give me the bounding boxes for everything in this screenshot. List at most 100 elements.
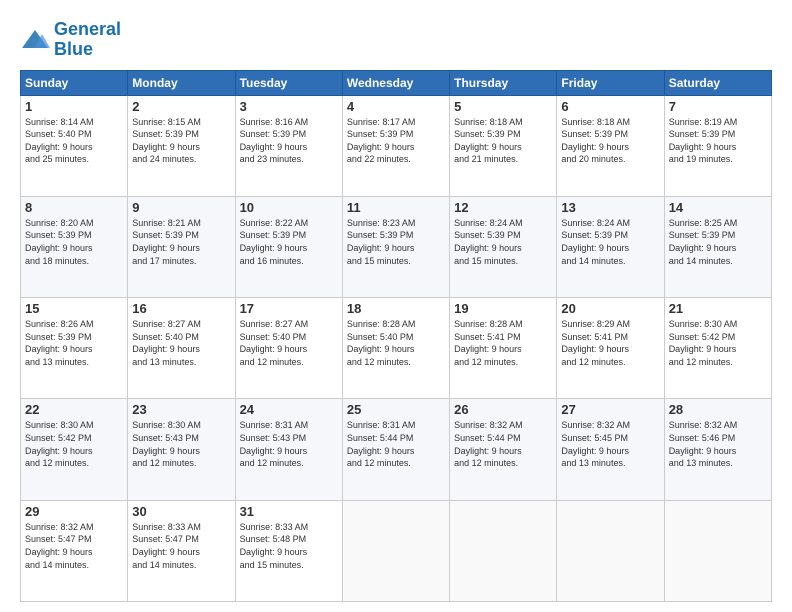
day-number: 31: [240, 504, 338, 519]
day-number: 14: [669, 200, 767, 215]
day-info: Sunrise: 8:28 AM Sunset: 5:40 PM Dayligh…: [347, 318, 445, 368]
week-row-0: 1 Sunrise: 8:14 AM Sunset: 5:40 PM Daylig…: [21, 95, 772, 196]
day-info: Sunrise: 8:32 AM Sunset: 5:44 PM Dayligh…: [454, 419, 552, 469]
calendar-header-row: Sunday Monday Tuesday Wednesday Thursday…: [21, 70, 772, 95]
calendar-cell: 5Sunrise: 8:18 AM Sunset: 5:39 PM Daylig…: [450, 95, 557, 196]
calendar-cell: 7 Sunrise: 8:19 AM Sunset: 5:39 PM Daylig…: [664, 95, 771, 196]
day-info: Sunrise: 8:19 AM Sunset: 5:39 PM Dayligh…: [669, 116, 767, 166]
day-number: 25: [347, 402, 445, 417]
day-number: 29: [25, 504, 123, 519]
day-number: 12: [454, 200, 552, 215]
calendar-cell: 24 Sunrise: 8:31 AM Sunset: 5:43 PM Dayli…: [235, 399, 342, 500]
col-thursday: Thursday: [450, 70, 557, 95]
day-number: 13: [561, 200, 659, 215]
col-tuesday: Tuesday: [235, 70, 342, 95]
calendar-cell: 2 Sunrise: 8:15 AM Sunset: 5:39 PM Daylig…: [128, 95, 235, 196]
day-info: Sunrise: 8:21 AM Sunset: 5:39 PM Dayligh…: [132, 217, 230, 267]
calendar-cell: 21 Sunrise: 8:30 AM Sunset: 5:42 PM Dayli…: [664, 298, 771, 399]
day-number: 24: [240, 402, 338, 417]
day-info: Sunrise: 8:30 AM Sunset: 5:42 PM Dayligh…: [669, 318, 767, 368]
day-number: 1: [25, 99, 123, 114]
col-sunday: Sunday: [21, 70, 128, 95]
day-number: 18: [347, 301, 445, 316]
calendar-cell: 16Sunrise: 8:27 AM Sunset: 5:40 PM Dayli…: [128, 298, 235, 399]
day-number: 3: [240, 99, 338, 114]
calendar-cell: [557, 500, 664, 601]
day-info: Sunrise: 8:24 AM Sunset: 5:39 PM Dayligh…: [561, 217, 659, 267]
day-info: Sunrise: 8:14 AM Sunset: 5:40 PM Dayligh…: [25, 116, 123, 166]
day-number: 20: [561, 301, 659, 316]
day-number: 2: [132, 99, 230, 114]
header: General Blue: [20, 20, 772, 60]
calendar-cell: 23 Sunrise: 8:30 AM Sunset: 5:43 PM Dayli…: [128, 399, 235, 500]
day-info: Sunrise: 8:32 AM Sunset: 5:47 PM Dayligh…: [25, 521, 123, 571]
day-number: 27: [561, 402, 659, 417]
day-number: 30: [132, 504, 230, 519]
day-info: Sunrise: 8:29 AM Sunset: 5:41 PM Dayligh…: [561, 318, 659, 368]
calendar-cell: 18 Sunrise: 8:28 AM Sunset: 5:40 PM Dayli…: [342, 298, 449, 399]
day-info: Sunrise: 8:33 AM Sunset: 5:48 PM Dayligh…: [240, 521, 338, 571]
calendar-cell: 6Sunrise: 8:18 AM Sunset: 5:39 PM Daylig…: [557, 95, 664, 196]
day-number: 7: [669, 99, 767, 114]
day-info: Sunrise: 8:17 AM Sunset: 5:39 PM Dayligh…: [347, 116, 445, 166]
calendar-cell: 12 Sunrise: 8:24 AM Sunset: 5:39 PM Dayli…: [450, 196, 557, 297]
day-info: Sunrise: 8:33 AM Sunset: 5:47 PM Dayligh…: [132, 521, 230, 571]
calendar-cell: 14 Sunrise: 8:25 AM Sunset: 5:39 PM Dayli…: [664, 196, 771, 297]
day-number: 17: [240, 301, 338, 316]
day-info: Sunrise: 8:15 AM Sunset: 5:39 PM Dayligh…: [132, 116, 230, 166]
logo-icon: [20, 28, 50, 52]
calendar-cell: 13 Sunrise: 8:24 AM Sunset: 5:39 PM Dayli…: [557, 196, 664, 297]
day-info: Sunrise: 8:27 AM Sunset: 5:40 PM Dayligh…: [240, 318, 338, 368]
day-info: Sunrise: 8:28 AM Sunset: 5:41 PM Dayligh…: [454, 318, 552, 368]
day-number: 26: [454, 402, 552, 417]
day-info: Sunrise: 8:20 AM Sunset: 5:39 PM Dayligh…: [25, 217, 123, 267]
calendar-cell: 29 Sunrise: 8:32 AM Sunset: 5:47 PM Dayli…: [21, 500, 128, 601]
calendar-cell: 15Sunrise: 8:26 AM Sunset: 5:39 PM Dayli…: [21, 298, 128, 399]
calendar-cell: 9 Sunrise: 8:21 AM Sunset: 5:39 PM Daylig…: [128, 196, 235, 297]
day-info: Sunrise: 8:30 AM Sunset: 5:43 PM Dayligh…: [132, 419, 230, 469]
day-number: 5: [454, 99, 552, 114]
calendar-cell: [342, 500, 449, 601]
calendar-cell: 11Sunrise: 8:23 AM Sunset: 5:39 PM Dayli…: [342, 196, 449, 297]
col-wednesday: Wednesday: [342, 70, 449, 95]
day-number: 23: [132, 402, 230, 417]
day-number: 22: [25, 402, 123, 417]
day-number: 19: [454, 301, 552, 316]
day-info: Sunrise: 8:31 AM Sunset: 5:43 PM Dayligh…: [240, 419, 338, 469]
day-number: 16: [132, 301, 230, 316]
day-number: 28: [669, 402, 767, 417]
calendar-cell: 20 Sunrise: 8:29 AM Sunset: 5:41 PM Dayli…: [557, 298, 664, 399]
week-row-4: 29 Sunrise: 8:32 AM Sunset: 5:47 PM Dayli…: [21, 500, 772, 601]
calendar-cell: [664, 500, 771, 601]
logo-text: General Blue: [54, 20, 121, 60]
day-info: Sunrise: 8:30 AM Sunset: 5:42 PM Dayligh…: [25, 419, 123, 469]
calendar-cell: 30 Sunrise: 8:33 AM Sunset: 5:47 PM Dayli…: [128, 500, 235, 601]
calendar-cell: 1 Sunrise: 8:14 AM Sunset: 5:40 PM Daylig…: [21, 95, 128, 196]
calendar-cell: 4 Sunrise: 8:17 AM Sunset: 5:39 PM Daylig…: [342, 95, 449, 196]
day-info: Sunrise: 8:22 AM Sunset: 5:39 PM Dayligh…: [240, 217, 338, 267]
calendar-cell: 22 Sunrise: 8:30 AM Sunset: 5:42 PM Dayli…: [21, 399, 128, 500]
calendar-cell: 17 Sunrise: 8:27 AM Sunset: 5:40 PM Dayli…: [235, 298, 342, 399]
col-saturday: Saturday: [664, 70, 771, 95]
day-info: Sunrise: 8:32 AM Sunset: 5:46 PM Dayligh…: [669, 419, 767, 469]
week-row-1: 8Sunrise: 8:20 AM Sunset: 5:39 PM Daylig…: [21, 196, 772, 297]
calendar-cell: 10 Sunrise: 8:22 AM Sunset: 5:39 PM Dayli…: [235, 196, 342, 297]
day-info: Sunrise: 8:18 AM Sunset: 5:39 PM Dayligh…: [561, 116, 659, 166]
calendar-cell: 3 Sunrise: 8:16 AM Sunset: 5:39 PM Daylig…: [235, 95, 342, 196]
day-number: 9: [132, 200, 230, 215]
day-number: 11: [347, 200, 445, 215]
day-number: 21: [669, 301, 767, 316]
calendar-cell: 27Sunrise: 8:32 AM Sunset: 5:45 PM Dayli…: [557, 399, 664, 500]
page: General Blue Sunday Monday Tuesday Wedne…: [0, 0, 792, 612]
day-info: Sunrise: 8:16 AM Sunset: 5:39 PM Dayligh…: [240, 116, 338, 166]
day-number: 4: [347, 99, 445, 114]
col-monday: Monday: [128, 70, 235, 95]
calendar-cell: 31 Sunrise: 8:33 AM Sunset: 5:48 PM Dayli…: [235, 500, 342, 601]
calendar-cell: 19 Sunrise: 8:28 AM Sunset: 5:41 PM Dayli…: [450, 298, 557, 399]
day-number: 10: [240, 200, 338, 215]
calendar-cell: 28 Sunrise: 8:32 AM Sunset: 5:46 PM Dayli…: [664, 399, 771, 500]
day-info: Sunrise: 8:31 AM Sunset: 5:44 PM Dayligh…: [347, 419, 445, 469]
day-info: Sunrise: 8:25 AM Sunset: 5:39 PM Dayligh…: [669, 217, 767, 267]
day-info: Sunrise: 8:24 AM Sunset: 5:39 PM Dayligh…: [454, 217, 552, 267]
calendar-cell: 8Sunrise: 8:20 AM Sunset: 5:39 PM Daylig…: [21, 196, 128, 297]
